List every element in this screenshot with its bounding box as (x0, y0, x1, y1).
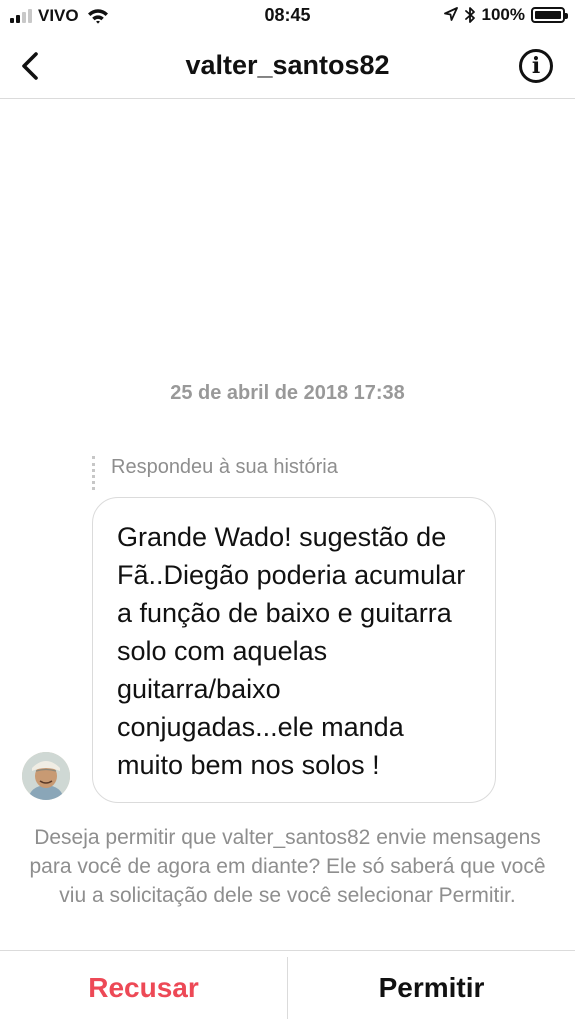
avatar-image (22, 752, 70, 800)
info-icon[interactable]: i (519, 49, 553, 83)
decline-button[interactable]: Recusar (0, 951, 287, 1025)
allow-button[interactable]: Permitir (288, 951, 575, 1025)
message-bubble[interactable]: Grande Wado! sugestão de Fã..Diegão pode… (92, 497, 496, 803)
info-glyph: i (531, 53, 541, 79)
conversation-username[interactable]: valter_santos82 (0, 50, 575, 81)
reply-indicator-line (92, 456, 99, 490)
bluetooth-icon (464, 7, 475, 23)
location-arrow-icon (443, 7, 458, 21)
message-timestamp: 25 de abril de 2018 17:38 (170, 382, 405, 404)
permission-prompt: Deseja permitir que valter_santos82 envi… (29, 826, 546, 907)
message-text: Grande Wado! sugestão de Fã..Diegão pode… (117, 522, 466, 780)
avatar[interactable] (22, 752, 70, 800)
battery-level (535, 11, 561, 19)
story-reply-label: Respondeu à sua história (111, 456, 338, 478)
request-actions: Recusar Permitir (0, 950, 575, 1025)
status-right: 100% (443, 5, 568, 25)
battery-icon (531, 7, 568, 23)
nav-bar: valter_santos82 i (0, 34, 575, 99)
status-bar: VIVO 08:45 100% (0, 0, 575, 34)
battery-percent: 100% (481, 5, 525, 24)
